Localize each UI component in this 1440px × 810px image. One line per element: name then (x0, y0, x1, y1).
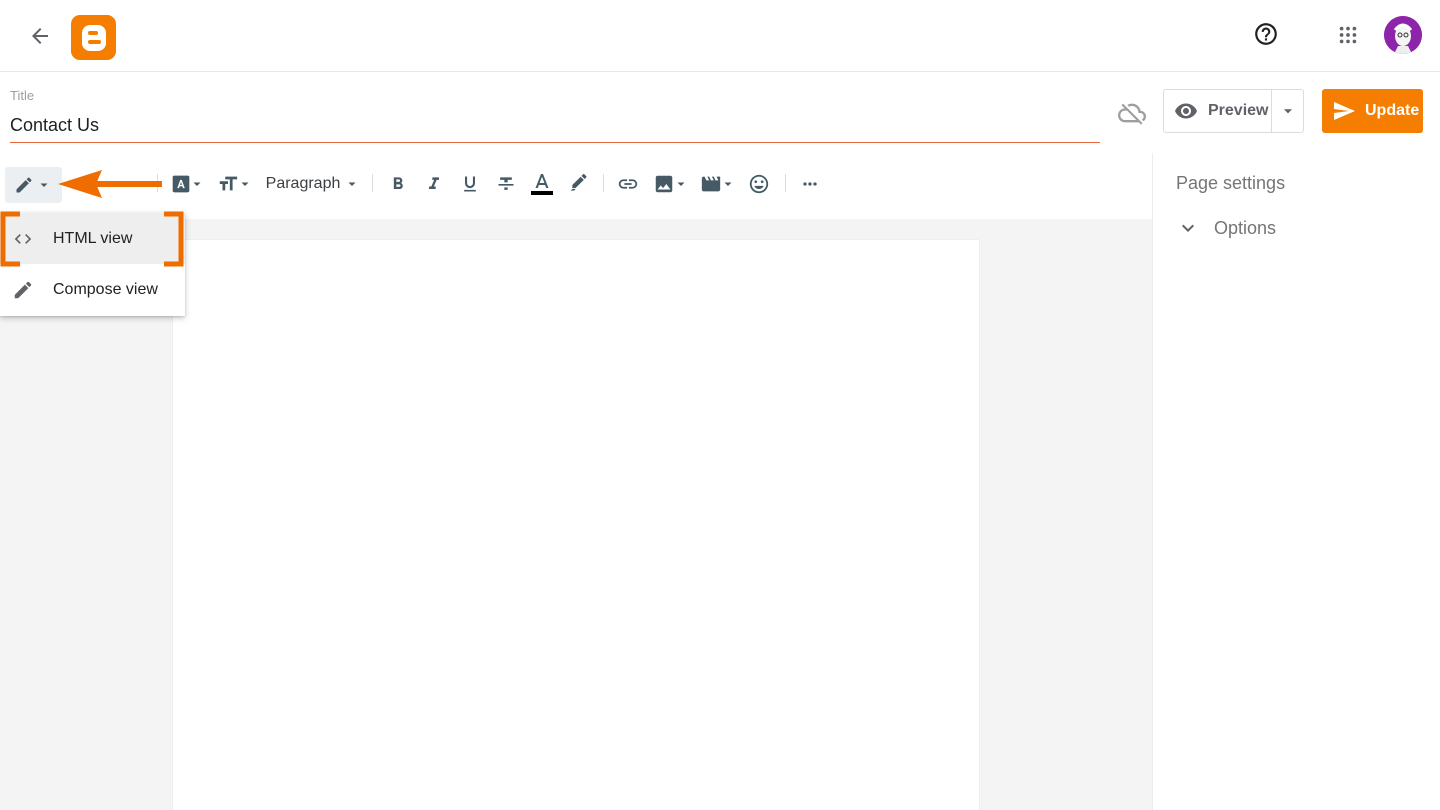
link-button[interactable] (614, 168, 642, 200)
preview-button[interactable]: Preview (1164, 90, 1272, 132)
annotation-highlight-bracket (0, 211, 184, 267)
arrow-back-icon (32, 28, 48, 44)
send-icon (1334, 102, 1355, 120)
bold-icon (393, 177, 403, 189)
preview-dropdown-button[interactable] (1272, 90, 1303, 132)
preview-button-group: Preview (1163, 89, 1304, 133)
image-icon (655, 175, 673, 193)
caret-down-icon (677, 182, 685, 186)
sync-status (1116, 97, 1148, 129)
toolbar-divider (785, 174, 786, 192)
editor-mode-button[interactable] (5, 167, 62, 203)
caret-down-icon (193, 182, 201, 186)
account-avatar[interactable] (1384, 16, 1422, 54)
update-button[interactable]: Update (1322, 89, 1423, 133)
paragraph-style-label: Paragraph (265, 175, 341, 192)
caret-down-icon (724, 182, 732, 186)
editor-page[interactable] (173, 240, 979, 810)
side-panel-title: Page settings (1176, 173, 1286, 193)
caret-down-icon (1283, 109, 1292, 114)
caret-down-icon (241, 182, 249, 186)
preview-label: Preview (1208, 102, 1269, 119)
highlight-button[interactable] (565, 168, 593, 200)
text-color-button[interactable] (528, 168, 556, 200)
top-app-bar (0, 0, 1440, 72)
text-size-icon (219, 176, 238, 191)
italic-icon (429, 177, 439, 189)
italic-button[interactable] (421, 168, 447, 200)
strikethrough-button[interactable] (493, 168, 519, 200)
avatar-image (1384, 16, 1422, 54)
title-input[interactable] (10, 113, 1100, 143)
emoji-icon (749, 174, 769, 194)
toolbar-divider (372, 174, 373, 192)
link-icon (618, 179, 638, 189)
underline-button[interactable] (457, 168, 483, 200)
emoji-button[interactable] (745, 168, 773, 200)
font-button[interactable] (169, 168, 205, 200)
text-color-icon (531, 174, 553, 195)
menu-item-compose-view[interactable]: Compose view (0, 264, 185, 315)
chevron-down-icon (1182, 224, 1194, 232)
blogger-logo-icon[interactable] (71, 15, 116, 60)
apps-grid-icon (1339, 26, 1357, 44)
more-options-button[interactable] (796, 168, 824, 200)
insert-image-button[interactable] (652, 168, 688, 200)
help-circle-icon (1255, 23, 1277, 45)
toolbar-divider (603, 174, 604, 192)
font-icon (172, 175, 190, 193)
insert-video-button[interactable] (699, 168, 735, 200)
help-button[interactable] (1250, 18, 1282, 50)
pencil-icon (16, 177, 32, 193)
caret-down-icon (40, 183, 48, 187)
pencil-icon (14, 281, 32, 298)
highlighter-icon (570, 174, 587, 191)
video-icon (701, 176, 721, 192)
apps-button[interactable] (1332, 19, 1364, 51)
options-label: Options (1214, 217, 1277, 238)
eye-icon (1175, 103, 1197, 119)
strikethrough-icon (498, 177, 514, 190)
menu-item-label: Compose view (53, 280, 158, 298)
paragraph-style-select[interactable]: Paragraph (262, 168, 362, 200)
back-button[interactable] (24, 20, 56, 52)
underline-icon (464, 176, 476, 192)
text-size-button[interactable] (216, 168, 252, 200)
bold-button[interactable] (385, 168, 411, 200)
caret-down-icon (348, 182, 356, 186)
update-label: Update (1365, 102, 1420, 119)
annotation-arrow-icon (58, 170, 162, 198)
more-horizontal-icon (803, 182, 817, 186)
page-settings-panel (1152, 153, 1440, 810)
cloud-off-icon (1118, 103, 1146, 125)
options-section-toggle[interactable]: Options (1176, 215, 1276, 241)
title-field-label: Title (10, 88, 35, 103)
